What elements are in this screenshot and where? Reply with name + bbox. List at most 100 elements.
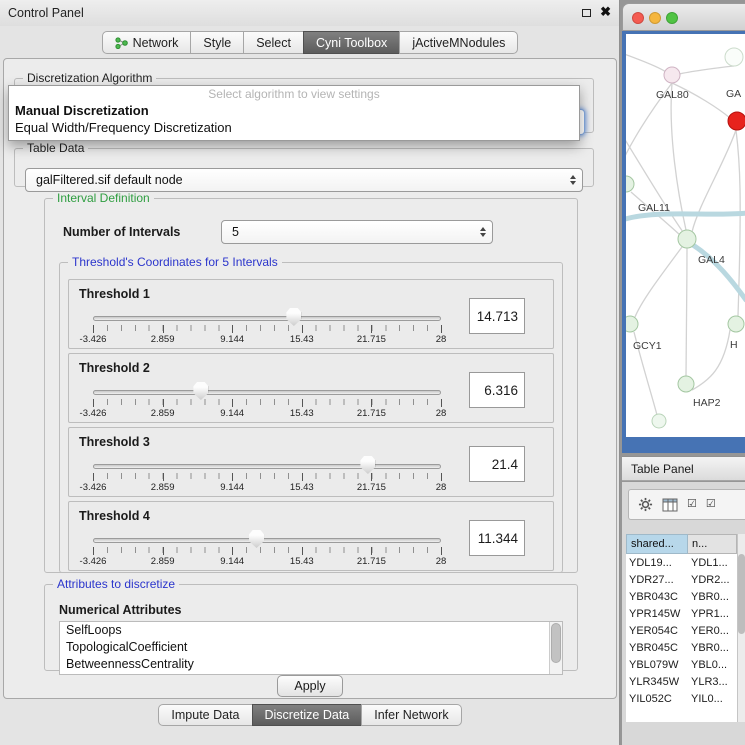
thresholds-group-label: Threshold's Coordinates for 5 Intervals bbox=[68, 255, 282, 269]
attributes-list[interactable]: SelfLoopsTopologicalCoefficientBetweenne… bbox=[59, 621, 563, 675]
tab-cyni-toolbox[interactable]: Cyni Toolbox bbox=[303, 31, 400, 54]
tab-network[interactable]: Network bbox=[102, 31, 192, 54]
column-header[interactable]: shared... bbox=[626, 534, 688, 554]
slider-track[interactable] bbox=[93, 538, 441, 543]
threshold-value-field[interactable]: 6.316 bbox=[469, 372, 525, 408]
threshold-slider[interactable]: -3.4262.8599.14415.4321.71528 bbox=[93, 380, 441, 422]
tab-impute-data[interactable]: Impute Data bbox=[158, 704, 252, 726]
attributes-scrollbar[interactable] bbox=[549, 622, 562, 674]
network-node[interactable] bbox=[728, 112, 745, 130]
columns-icon[interactable] bbox=[662, 498, 678, 512]
scrollbar-thumb[interactable] bbox=[551, 623, 561, 663]
network-node[interactable] bbox=[725, 48, 743, 66]
checked-box-icon[interactable]: ☑ bbox=[687, 499, 697, 510]
gear-icon[interactable] bbox=[638, 497, 653, 512]
table-cell[interactable]: YER0... bbox=[688, 622, 737, 639]
table-row[interactable]: YBR043CYBR0... bbox=[626, 588, 737, 605]
tab-jactivemnodules[interactable]: jActiveMNodules bbox=[399, 31, 518, 54]
table-cell[interactable]: YDL1... bbox=[688, 554, 737, 571]
table-cell[interactable]: YDR27... bbox=[626, 571, 688, 588]
network-graph: GAL80GAGAL11GAL4GCY1HHAP2 bbox=[626, 34, 745, 437]
thresholds-group: Threshold's Coordinates for 5 Intervals … bbox=[59, 255, 563, 573]
attribute-item[interactable]: TopologicalCoefficient bbox=[60, 639, 562, 656]
tab-select[interactable]: Select bbox=[243, 31, 304, 54]
table-cell[interactable]: YDR2... bbox=[688, 571, 737, 588]
table-cell[interactable]: YPR1... bbox=[688, 605, 737, 622]
slider-track[interactable] bbox=[93, 464, 441, 469]
table-cell[interactable]: YIL052C bbox=[626, 690, 688, 707]
table-cell[interactable]: YER054C bbox=[626, 622, 688, 639]
scale-label: 2.859 bbox=[151, 556, 175, 567]
table-row[interactable]: YDL19...YDL1... bbox=[626, 554, 737, 571]
tick-mark bbox=[232, 473, 233, 481]
tab-style[interactable]: Style bbox=[190, 31, 244, 54]
tab-infer-network[interactable]: Infer Network bbox=[361, 704, 461, 726]
threshold-slider[interactable]: -3.4262.8599.14415.4321.71528 bbox=[93, 306, 441, 348]
tick-mark bbox=[302, 399, 303, 407]
attribute-item[interactable]: BetweennessCentrality bbox=[60, 656, 562, 673]
attribute-item[interactable]: SelfLoops bbox=[60, 622, 562, 639]
close-icon[interactable]: ✖ bbox=[600, 4, 611, 20]
network-node[interactable] bbox=[728, 316, 744, 332]
screen: Control Panel ✖ NetworkStyleSelectCyni T… bbox=[0, 0, 745, 745]
threshold-value-field[interactable]: 21.4 bbox=[469, 446, 525, 482]
algorithm-option[interactable]: Manual Discretization bbox=[9, 102, 579, 119]
tick-mark bbox=[302, 325, 303, 333]
table-cell[interactable]: YBR0... bbox=[688, 588, 737, 605]
table-cell[interactable]: YIL0... bbox=[688, 690, 737, 707]
table-row[interactable]: YBL079WYBL0... bbox=[626, 656, 737, 673]
network-node[interactable] bbox=[626, 316, 638, 332]
network-node[interactable] bbox=[678, 376, 694, 392]
node-table: shared...n... YDL19...YDL1...YDR27...YDR… bbox=[626, 534, 737, 722]
table-cell[interactable]: YBR043C bbox=[626, 588, 688, 605]
mac-zoom-button[interactable] bbox=[666, 12, 678, 24]
column-header[interactable]: n... bbox=[688, 534, 737, 554]
slider-thumb[interactable] bbox=[360, 456, 375, 474]
mac-close-button[interactable] bbox=[632, 12, 644, 24]
tick-mark bbox=[441, 325, 442, 333]
float-window-icon[interactable] bbox=[582, 9, 591, 17]
table-header-row: shared...n... bbox=[626, 534, 737, 554]
network-node[interactable] bbox=[626, 176, 634, 192]
interval-definition-label: Interval Definition bbox=[53, 191, 154, 205]
table-cell[interactable]: YLR345W bbox=[626, 673, 688, 690]
threshold-value-field[interactable]: 14.713 bbox=[469, 298, 525, 334]
threshold-slider[interactable]: -3.4262.8599.14415.4321.71528 bbox=[93, 528, 441, 570]
apply-button[interactable]: Apply bbox=[277, 675, 343, 697]
table-cell[interactable]: YDL19... bbox=[626, 554, 688, 571]
table-cell[interactable]: YLR3... bbox=[688, 673, 737, 690]
table-cell[interactable]: YBR045C bbox=[626, 639, 688, 656]
threshold-slider[interactable]: -3.4262.8599.14415.4321.71528 bbox=[93, 454, 441, 496]
table-cell[interactable]: YBL079W bbox=[626, 656, 688, 673]
table-row[interactable]: YLR345WYLR3... bbox=[626, 673, 737, 690]
network-node[interactable] bbox=[664, 67, 680, 83]
slider-track[interactable] bbox=[93, 316, 441, 321]
table-data-select[interactable]: galFiltered.sif default node bbox=[25, 168, 583, 192]
slider-thumb[interactable] bbox=[286, 308, 301, 326]
table-row[interactable]: YPR145WYPR1... bbox=[626, 605, 737, 622]
mac-minimize-button[interactable] bbox=[649, 12, 661, 24]
tab-label: jActiveMNodules bbox=[412, 36, 505, 50]
checked-box-icon[interactable]: ☑ bbox=[706, 499, 716, 510]
table-row[interactable]: YIL052CYIL0... bbox=[626, 690, 737, 707]
slider-thumb[interactable] bbox=[249, 530, 264, 548]
table-row[interactable]: YDR27...YDR2... bbox=[626, 571, 737, 588]
table-cell[interactable]: YBL0... bbox=[688, 656, 737, 673]
table-cell[interactable]: YPR145W bbox=[626, 605, 688, 622]
table-row[interactable]: YBR045CYBR0... bbox=[626, 639, 737, 656]
table-scrollbar[interactable] bbox=[737, 534, 745, 722]
table-cell[interactable]: YBR0... bbox=[688, 639, 737, 656]
network-node[interactable] bbox=[652, 414, 666, 428]
algorithm-option[interactable]: Equal Width/Frequency Discretization bbox=[9, 119, 579, 136]
intervals-select[interactable]: 5 bbox=[221, 220, 493, 244]
slider-thumb[interactable] bbox=[193, 382, 208, 400]
threshold-value-field[interactable]: 11.344 bbox=[469, 520, 525, 556]
network-node[interactable] bbox=[678, 230, 696, 248]
slider-track[interactable] bbox=[93, 390, 441, 395]
network-node-label: HAP2 bbox=[693, 397, 721, 409]
tab-discretize-data[interactable]: Discretize Data bbox=[252, 704, 363, 726]
table-row[interactable]: YER054CYER0... bbox=[626, 622, 737, 639]
scrollbar-thumb[interactable] bbox=[738, 554, 745, 634]
scale-label: 28 bbox=[436, 408, 447, 419]
network-canvas[interactable]: GAL80GAGAL11GAL4GCY1HHAP2 bbox=[626, 34, 745, 437]
